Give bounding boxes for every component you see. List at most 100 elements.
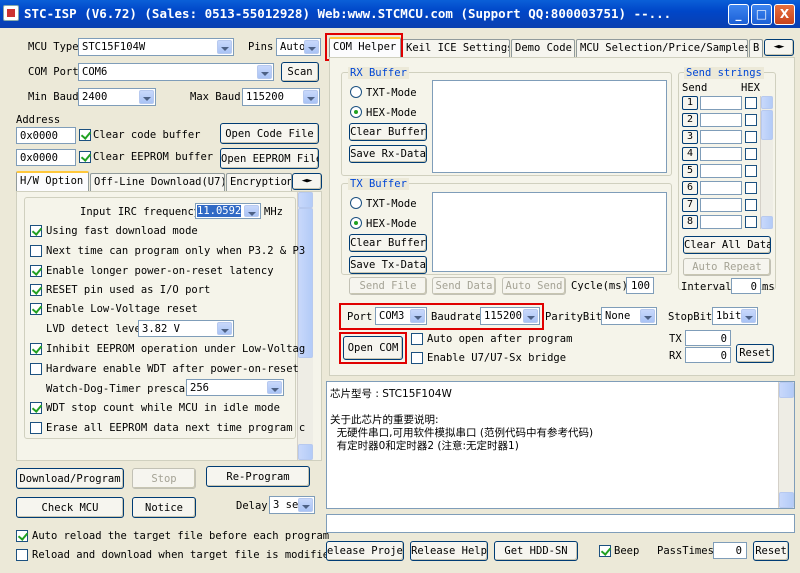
send-strings-scrollbar[interactable] xyxy=(760,96,773,229)
auto-open-checkbox[interactable] xyxy=(411,333,423,345)
stopbit-select[interactable]: 1bit xyxy=(712,307,758,325)
send-string-input[interactable] xyxy=(700,164,742,178)
send-string-input[interactable] xyxy=(700,96,742,110)
longer-reset-checkbox[interactable] xyxy=(30,265,42,277)
notice-button[interactable]: Notice xyxy=(132,497,196,518)
u7-bridge-checkbox[interactable] xyxy=(411,352,423,364)
tab-offline-download[interactable]: Off-Line Download(U7) xyxy=(90,173,225,191)
send-data-button[interactable]: Send Data xyxy=(432,277,496,295)
tx-txt-mode-radio[interactable] xyxy=(350,197,362,209)
pins-select[interactable]: Auto xyxy=(276,38,321,56)
rx-buffer-textarea[interactable] xyxy=(432,80,667,173)
com-port-select[interactable]: COM6 xyxy=(78,63,274,81)
send-hex-checkbox[interactable] xyxy=(745,97,757,109)
hw-wdt-checkbox[interactable] xyxy=(30,363,42,375)
get-hdd-sn-button[interactable]: Get HDD-SN xyxy=(494,541,578,561)
auto-reload-checkbox[interactable] xyxy=(16,530,28,542)
send-row-button[interactable]: 6 xyxy=(682,181,698,195)
clear-code-checkbox[interactable] xyxy=(79,129,91,141)
code-address-field[interactable]: 0x0000 xyxy=(16,127,76,144)
eeprom-address-field[interactable]: 0x0000 xyxy=(16,149,76,166)
send-string-input[interactable] xyxy=(700,181,742,195)
download-program-button[interactable]: Download/Program xyxy=(16,468,124,489)
low-voltage-reset-checkbox[interactable] xyxy=(30,303,42,315)
send-hex-checkbox[interactable] xyxy=(745,216,757,228)
send-string-input[interactable] xyxy=(700,147,742,161)
send-string-input[interactable] xyxy=(700,198,742,212)
send-hex-checkbox[interactable] xyxy=(745,114,757,126)
pass-times-reset-button[interactable]: Reset xyxy=(753,541,789,561)
scroll-up-icon[interactable] xyxy=(779,382,794,398)
mcu-type-select[interactable]: STC15F104W xyxy=(78,38,234,56)
open-eeprom-file-button[interactable]: Open EEPROM File xyxy=(220,148,319,169)
clear-eeprom-checkbox[interactable] xyxy=(79,151,91,163)
send-file-button[interactable]: Send File xyxy=(349,277,427,295)
send-row-button[interactable]: 1 xyxy=(682,96,698,110)
baudrate-select[interactable]: 115200 xyxy=(480,307,540,325)
max-baud-select[interactable]: 115200 xyxy=(242,88,320,106)
send-string-input[interactable] xyxy=(700,130,742,144)
scroll-up-icon[interactable] xyxy=(298,192,313,208)
send-row-button[interactable]: 7 xyxy=(682,198,698,212)
release-help-button[interactable]: Release Help xyxy=(410,541,488,561)
beep-checkbox[interactable] xyxy=(599,545,611,557)
stop-button[interactable]: Stop xyxy=(132,468,196,489)
irc-frequency-select[interactable]: 11.0592 xyxy=(195,203,261,219)
chip-info-scrollbar[interactable] xyxy=(778,382,794,508)
tab-scroll-arrows[interactable]: ◄► xyxy=(292,173,322,190)
auto-send-button[interactable]: Auto Send xyxy=(502,277,566,295)
check-mcu-button[interactable]: Check MCU xyxy=(16,497,124,518)
tab-scroll-arrows[interactable]: ◄► xyxy=(764,39,794,56)
send-hex-checkbox[interactable] xyxy=(745,131,757,143)
scan-button[interactable]: Scan xyxy=(281,62,319,82)
p32-program-checkbox[interactable] xyxy=(30,245,42,257)
delay-select[interactable]: 3 se xyxy=(269,496,315,514)
scroll-thumb[interactable] xyxy=(761,110,773,140)
send-hex-checkbox[interactable] xyxy=(745,148,757,160)
send-row-button[interactable]: 3 xyxy=(682,130,698,144)
close-button[interactable]: X xyxy=(774,4,795,25)
maximize-button[interactable]: □ xyxy=(751,4,772,25)
send-string-input[interactable] xyxy=(700,113,742,127)
reload-download-checkbox[interactable] xyxy=(16,549,28,561)
wdt-idle-checkbox[interactable] xyxy=(30,402,42,414)
scroll-down-icon[interactable] xyxy=(761,216,773,229)
fast-download-checkbox[interactable] xyxy=(30,225,42,237)
interval-field[interactable]: 0 xyxy=(731,278,761,294)
tab-more[interactable]: B xyxy=(749,39,763,57)
send-row-button[interactable]: 8 xyxy=(682,215,698,229)
send-string-input[interactable] xyxy=(700,215,742,229)
tab-mcu-selection[interactable]: MCU Selection/Price/Samples xyxy=(576,39,748,57)
cycle-field[interactable]: 100 xyxy=(626,277,654,294)
auto-repeat-button[interactable]: Auto Repeat xyxy=(683,258,771,276)
tab-keil-ice[interactable]: Keil ICE Settings xyxy=(402,39,510,57)
parity-select[interactable]: None xyxy=(601,307,657,325)
rx-txt-mode-radio[interactable] xyxy=(350,86,362,98)
send-row-button[interactable]: 4 xyxy=(682,147,698,161)
send-hex-checkbox[interactable] xyxy=(745,199,757,211)
wdt-prescaler-select[interactable]: 256 xyxy=(186,379,284,396)
minimize-button[interactable]: _ xyxy=(728,4,749,25)
hw-option-scrollbar[interactable] xyxy=(297,192,313,460)
reset-io-checkbox[interactable] xyxy=(30,284,42,296)
open-code-file-button[interactable]: Open Code File xyxy=(220,123,319,144)
erase-eeprom-checkbox[interactable] xyxy=(30,422,42,434)
counter-reset-button[interactable]: Reset xyxy=(736,344,774,363)
tx-buffer-textarea[interactable] xyxy=(432,192,667,272)
tx-hex-mode-radio[interactable] xyxy=(350,217,362,229)
send-hex-checkbox[interactable] xyxy=(745,182,757,194)
save-tx-data-button[interactable]: Save Tx-Data xyxy=(349,256,427,274)
send-row-button[interactable]: 5 xyxy=(682,164,698,178)
min-baud-select[interactable]: 2400 xyxy=(78,88,156,106)
tab-demo-code[interactable]: Demo Code xyxy=(511,39,575,57)
rx-clear-buffer-button[interactable]: Clear Buffer xyxy=(349,123,427,141)
port-select[interactable]: COM3 xyxy=(375,307,427,325)
scroll-up-icon[interactable] xyxy=(761,96,773,109)
tab-encryption[interactable]: Encryption xyxy=(226,173,292,191)
send-hex-checkbox[interactable] xyxy=(745,165,757,177)
lvd-level-select[interactable]: 3.82 V xyxy=(138,320,234,337)
tx-clear-buffer-button[interactable]: Clear Buffer xyxy=(349,234,427,252)
send-row-button[interactable]: 2 xyxy=(682,113,698,127)
open-com-button[interactable]: Open COM xyxy=(343,336,403,360)
clear-all-data-button[interactable]: Clear All Data xyxy=(683,236,771,254)
